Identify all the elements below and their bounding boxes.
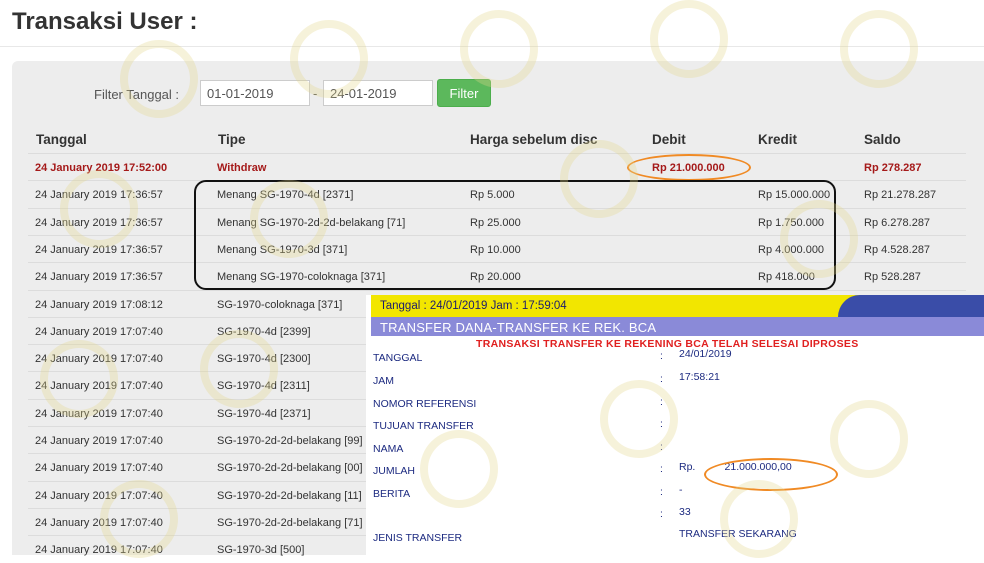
column-header-saldo: Saldo bbox=[864, 132, 901, 147]
receipt-field-label: JUMLAH bbox=[373, 465, 416, 477]
table-cell: SG-1970-4d [2311] bbox=[217, 380, 310, 393]
receipt-field-value: 24/01/2019 bbox=[679, 348, 732, 360]
table-cell: Rp 6.278.287 bbox=[864, 216, 931, 229]
receipt-field-label: TUJUAN TRANSFER bbox=[373, 420, 474, 432]
table-cell: Rp 21.278.287 bbox=[864, 189, 937, 202]
receipt-field-value: TRANSFER SEKARANG bbox=[679, 528, 797, 540]
receipt-field-label: JENIS TRANSFER bbox=[373, 532, 463, 544]
table-cell: Rp 278.287 bbox=[864, 162, 922, 174]
receipt-field-label: BERITA bbox=[373, 488, 411, 500]
table-cell: SG-1970-4d [2300] bbox=[217, 353, 311, 366]
receipt-field-colon: : bbox=[660, 486, 663, 498]
table-cell: 24 January 2019 17:36:57 bbox=[35, 243, 163, 256]
filter-button[interactable]: Filter bbox=[437, 79, 491, 107]
table-cell: SG-1970-2d-2d-belakang [99] bbox=[217, 435, 363, 447]
table-cell: Rp 4.528.287 bbox=[864, 243, 931, 256]
column-header-debit: Debit bbox=[652, 132, 686, 147]
table-cell: 24 January 2019 17:36:57 bbox=[35, 189, 163, 202]
date-from-input[interactable] bbox=[200, 80, 310, 106]
table-cell: 24 January 2019 17:07:40 bbox=[35, 462, 163, 475]
filter-label: Filter Tanggal : bbox=[94, 87, 180, 102]
receipt-field-label: JAM bbox=[373, 375, 394, 387]
page-title: Transaksi User : bbox=[12, 8, 198, 35]
column-header-tanggal: Tanggal bbox=[36, 132, 87, 147]
table-cell: SG-1970-4d [2399] bbox=[217, 325, 311, 338]
column-header-kredit: Kredit bbox=[758, 132, 798, 147]
receipt-field-value: 33 bbox=[679, 506, 691, 518]
table-cell: 24 January 2019 17:07:40 bbox=[35, 516, 163, 529]
amount-highlight-oval bbox=[704, 458, 838, 491]
receipt-field-colon: : bbox=[660, 418, 663, 430]
bca-transfer-receipt: Tanggal : 24/01/2019 Jam : 17:59:04 TRAN… bbox=[366, 295, 984, 555]
table-cell: 24 January 2019 17:07:40 bbox=[35, 353, 163, 366]
table-row: 24 January 2019 17:52:00 Withdraw Rp 21.00… bbox=[28, 153, 966, 181]
debit-highlight-oval bbox=[627, 154, 751, 181]
receipt-field-label: TANGGAL bbox=[373, 352, 423, 364]
table-cell: SG-1970-4d [2371] bbox=[217, 407, 311, 420]
table-cell: Withdraw bbox=[217, 162, 267, 174]
table-cell: 24 January 2019 17:07:40 bbox=[35, 435, 163, 447]
table-cell: 24 January 2019 17:52:00 bbox=[35, 162, 168, 174]
column-header-tipe: Tipe bbox=[218, 132, 246, 147]
table-cell: 24 January 2019 17:36:57 bbox=[35, 271, 163, 284]
receipt-field-colon: : bbox=[660, 396, 663, 408]
receipt-title: TRANSFER DANA-TRANSFER KE REK. BCA bbox=[380, 320, 657, 335]
table-cell: 24 January 2019 17:07:40 bbox=[35, 380, 163, 393]
table-cell: 24 January 2019 17:07:40 bbox=[35, 325, 163, 338]
receipt-field-label: NAMA bbox=[373, 443, 404, 455]
date-separator: - bbox=[313, 86, 318, 101]
receipt-field-colon: : bbox=[660, 508, 663, 520]
table-cell: 24 January 2019 17:07:40 bbox=[35, 407, 163, 420]
receipt-field-colon: : bbox=[660, 463, 663, 475]
table-cell: 24 January 2019 17:36:57 bbox=[35, 216, 163, 229]
winning-rows-outline bbox=[194, 180, 836, 290]
table-cell: SG-1970-2d-2d-belakang [11] bbox=[217, 489, 362, 502]
receipt-field-value: 17:58:21 bbox=[679, 371, 720, 383]
table-cell: SG-1970-coloknaga [371] bbox=[217, 298, 343, 311]
receipt-field-colon: : bbox=[660, 441, 663, 453]
table-cell: Rp 528.287 bbox=[864, 271, 921, 284]
receipt-field-label: NOMOR REFERENSI bbox=[373, 398, 477, 410]
receipt-field-value: - bbox=[679, 484, 683, 496]
receipt-field-colon: : bbox=[660, 350, 663, 362]
bca-logo-band bbox=[838, 295, 984, 317]
table-cell: 24 January 2019 17:08:12 bbox=[35, 298, 163, 311]
table-cell: SG-1970-3d [500] bbox=[217, 544, 305, 557]
header-divider bbox=[0, 46, 984, 47]
table-cell: SG-1970-2d-2d-belakang [71] bbox=[217, 516, 363, 529]
date-to-input[interactable] bbox=[323, 80, 433, 106]
receipt-status: TRANSAKSI TRANSFER KE REKENING BCA TELAH… bbox=[476, 338, 859, 350]
table-cell: SG-1970-2d-2d-belakang [00] bbox=[217, 462, 363, 475]
table-cell: 24 January 2019 17:07:40 bbox=[35, 489, 163, 502]
receipt-field-colon: : bbox=[660, 373, 663, 385]
receipt-date: Tanggal : 24/01/2019 Jam : 17:59:04 bbox=[380, 300, 567, 312]
table-cell: 24 January 2019 17:07:40 bbox=[35, 544, 163, 557]
column-header-harga: Harga sebelum disc bbox=[470, 132, 598, 147]
